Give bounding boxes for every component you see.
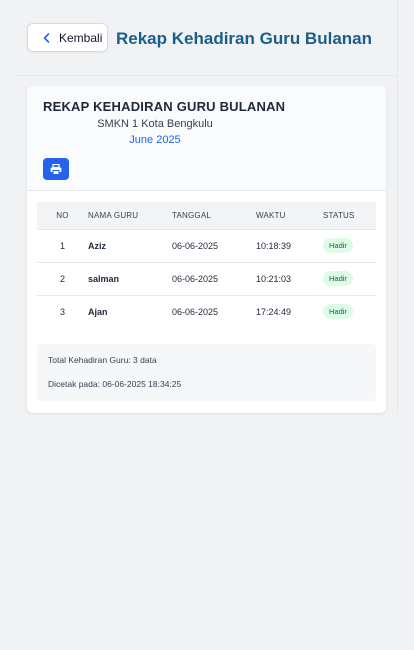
table-header-row: NO NAMA GURU TANGGAL WAKTU STATUS (37, 202, 376, 229)
cell-status: Hadir (323, 261, 376, 295)
cell-name: Ajan (88, 294, 172, 328)
cell-no: 2 (37, 261, 88, 295)
cell-time: 10:21:03 (256, 261, 323, 295)
cell-date: 06-06-2025 (172, 228, 256, 262)
cell-status: Hadir (323, 228, 376, 262)
cell-date: 06-06-2025 (172, 261, 256, 295)
attendance-table: NO NAMA GURU TANGGAL WAKTU STATUS 1 Aziz… (37, 202, 376, 328)
status-badge: Hadir (323, 304, 353, 320)
column-header-time: WAKTU (256, 210, 286, 220)
cell-name: salman (88, 261, 172, 295)
total-attendance: Total Kehadiran Guru: 3 data (48, 355, 157, 365)
school-name: SMKN 1 Kota Bengkulu (97, 118, 213, 130)
cell-no: 3 (37, 294, 88, 328)
report-period: June 2025 (129, 134, 181, 146)
report-title: REKAP KEHADIRAN GURU BULANAN (43, 99, 286, 114)
column-header-name: NAMA GURU (88, 210, 139, 220)
cell-time: 10:18:39 (256, 228, 323, 262)
back-button-label: Kembali (59, 30, 103, 45)
page-title: Rekap Kehadiran Guru Bulanan (116, 29, 372, 48)
status-badge: Hadir (323, 238, 353, 253)
chevron-left-icon (42, 32, 51, 44)
table-row: 2 salman 06-06-2025 10:21:03 Hadir (37, 261, 376, 295)
table-row: 1 Aziz 06-06-2025 10:18:39 Hadir (37, 228, 376, 262)
print-button[interactable] (43, 158, 69, 180)
cell-no: 1 (37, 228, 88, 262)
column-header-no: NO (56, 210, 69, 220)
report-card: REKAP KEHADIRAN GURU BULANAN SMKN 1 Kota… (27, 86, 386, 413)
cell-name: Aziz (88, 228, 172, 262)
divider (397, 0, 398, 412)
printed-at: Dicetak pada: 06-06-2025 18:34:25 (48, 379, 182, 389)
cell-time: 17:24:49 (256, 294, 323, 328)
printer-icon (50, 163, 62, 175)
page-header: Kembali Rekap Kehadiran Guru Bulanan (15, 0, 398, 76)
status-badge: Hadir (323, 271, 353, 286)
report-header: REKAP KEHADIRAN GURU BULANAN SMKN 1 Kota… (27, 86, 386, 191)
column-header-date: TANGGAL (172, 210, 212, 220)
cell-date: 06-06-2025 (172, 294, 256, 328)
table-row: 3 Ajan 06-06-2025 17:24:49 Hadir (37, 294, 376, 328)
cell-status: Hadir (323, 294, 376, 328)
column-header-status: STATUS (323, 210, 355, 220)
back-button[interactable]: Kembali (27, 23, 108, 52)
report-summary: Total Kehadiran Guru: 3 data Dicetak pad… (37, 344, 376, 401)
